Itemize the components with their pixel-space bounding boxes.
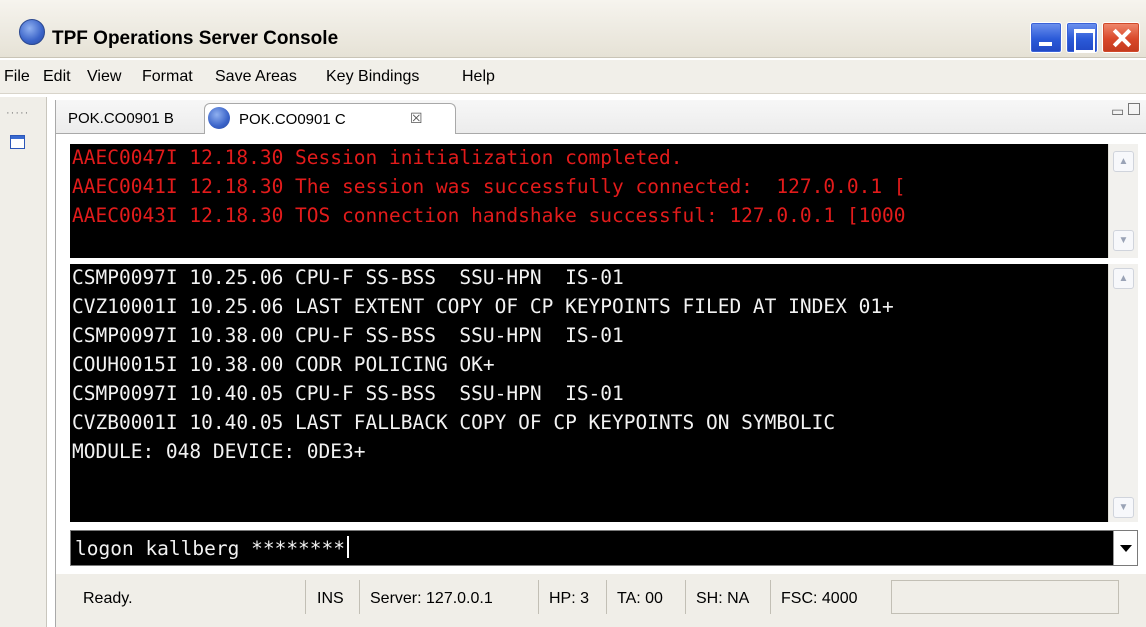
output-line: COUH0015I 10.38.00 CODR POLICING OK+ <box>72 353 495 376</box>
title-bar: TPF Operations Server Console <box>0 0 1146 58</box>
window-title: TPF Operations Server Console <box>52 28 339 49</box>
maximize-icon <box>1067 23 1097 52</box>
tab-label: POK.CO0901 B <box>68 110 174 127</box>
minimize-icon <box>1031 23 1061 52</box>
menu-key-bindings[interactable]: Key Bindings <box>326 68 419 86</box>
status-ta: TA: 00 <box>617 590 663 607</box>
menu-format[interactable]: Format <box>142 68 193 86</box>
status-bar: Ready. INS Server: 127.0.0.1 HP: 3 TA: 0… <box>56 574 1146 627</box>
close-icon[interactable]: ☒ <box>410 110 423 127</box>
command-input[interactable]: logon kallberg ******** <box>70 530 1138 566</box>
output-line: CSMP0097I 10.25.06 CPU-F SS-BSS SSU-HPN … <box>72 266 624 289</box>
text-caret <box>347 536 350 558</box>
minimize-icon[interactable]: ▭ <box>1111 103 1124 120</box>
tab-pok-co0901-b[interactable]: POK.CO0901 B <box>68 103 204 134</box>
status-divider <box>685 580 686 614</box>
system-messages-pane[interactable]: AAEC0047I 12.18.30 Session initializatio… <box>70 144 1108 258</box>
menu-file[interactable]: File <box>4 68 30 86</box>
menu-bar: File Edit View Format Save Areas Key Bin… <box>0 60 1146 94</box>
output-line: MODULE: 048 DEVICE: 0DE3+ <box>72 440 366 463</box>
console-editor: POK.CO0901 B POK.CO0901 C ☒ ▭ AAEC0047I … <box>55 100 1146 627</box>
status-server: Server: 127.0.0.1 <box>370 590 493 607</box>
tab-label: POK.CO0901 C <box>239 111 346 128</box>
session-globe-icon <box>208 107 230 129</box>
status-divider <box>538 580 539 614</box>
status-divider <box>305 580 306 614</box>
left-trim-bar: ····· <box>0 97 47 627</box>
status-sh: SH: NA <box>696 590 750 607</box>
scroll-up-icon[interactable]: ▲ <box>1113 268 1134 289</box>
scroll-down-icon[interactable]: ▼ <box>1113 230 1134 251</box>
status-fsc: FSC: 4000 <box>781 590 858 607</box>
status-mode: INS <box>317 590 344 607</box>
menu-help[interactable]: Help <box>462 68 495 86</box>
status-divider <box>606 580 607 614</box>
trim-grip-icon[interactable]: ····· <box>6 107 29 119</box>
tab-pok-co0901-c[interactable]: POK.CO0901 C ☒ <box>204 103 456 134</box>
scroll-up-icon[interactable]: ▲ <box>1113 151 1134 172</box>
status-state: Ready. <box>83 590 133 607</box>
maximize-window-button[interactable] <box>1066 22 1098 53</box>
system-messages-scrollbar[interactable]: ▲ ▼ <box>1108 144 1138 258</box>
menu-view[interactable]: View <box>87 68 121 86</box>
status-hp: HP: 3 <box>549 590 590 607</box>
output-line: CVZB0001I 10.40.05 LAST FALLBACK COPY OF… <box>72 411 836 434</box>
console-output-scrollbar[interactable]: ▲ ▼ <box>1108 264 1138 522</box>
command-value: logon kallberg ******** <box>75 537 346 560</box>
close-window-button[interactable] <box>1102 22 1140 53</box>
output-line: CVZ10001I 10.25.06 LAST EXTENT COPY OF C… <box>72 295 894 318</box>
output-line: CSMP0097I 10.40.05 CPU-F SS-BSS SSU-HPN … <box>72 382 624 405</box>
output-line: CSMP0097I 10.38.00 CPU-F SS-BSS SSU-HPN … <box>72 324 624 347</box>
message-line: AAEC0041I 12.18.30 The session was succe… <box>72 175 906 198</box>
status-divider <box>359 580 360 614</box>
app-globe-icon <box>19 19 45 45</box>
close-icon <box>1103 23 1139 52</box>
tab-bar: POK.CO0901 B POK.CO0901 C ☒ ▭ <box>56 100 1146 134</box>
menu-save-areas[interactable]: Save Areas <box>215 68 297 86</box>
message-line: AAEC0047I 12.18.30 Session initializatio… <box>72 146 683 169</box>
menu-edit[interactable]: Edit <box>43 68 71 86</box>
maximize-icon[interactable] <box>1128 103 1140 115</box>
restore-view-icon[interactable] <box>10 135 25 149</box>
status-divider <box>770 580 771 614</box>
chevron-down-icon[interactable] <box>1113 531 1137 565</box>
scroll-down-icon[interactable]: ▼ <box>1113 497 1134 518</box>
console-output-pane[interactable]: CSMP0097I 10.25.06 CPU-F SS-BSS SSU-HPN … <box>70 264 1108 522</box>
message-line: AAEC0043I 12.18.30 TOS connection handsh… <box>72 204 906 227</box>
minimize-window-button[interactable] <box>1030 22 1062 53</box>
status-empty-field <box>891 580 1119 614</box>
command-input-text: logon kallberg ******** <box>75 536 350 560</box>
